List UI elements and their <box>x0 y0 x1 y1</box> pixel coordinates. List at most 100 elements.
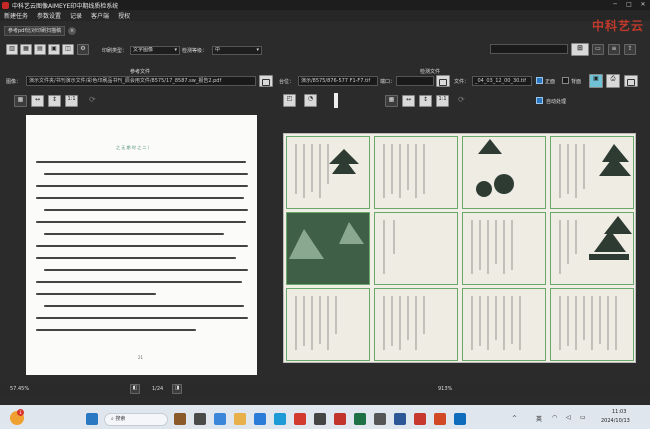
start-icon[interactable] <box>86 413 98 425</box>
detect-level-label: 检测等级： <box>182 48 208 54</box>
divider-handle[interactable] <box>334 93 338 108</box>
path-label: 台位： <box>279 79 295 85</box>
page-number: 21 <box>138 355 144 360</box>
app-icon-12[interactable] <box>454 413 466 425</box>
tab-close-icon[interactable]: × <box>68 27 77 35</box>
app-icon-8[interactable] <box>374 413 386 425</box>
open-reference-folder-icon[interactable] <box>259 75 273 87</box>
crop-icon[interactable]: ◰ <box>283 94 296 107</box>
app-icon-5[interactable] <box>314 413 326 425</box>
chevron-down-icon: ▾ <box>174 47 177 53</box>
text-line <box>36 221 246 223</box>
front-checkbox[interactable] <box>536 77 543 84</box>
app-icon-2[interactable] <box>214 413 226 425</box>
actual-size-icon-right[interactable]: 1:1 <box>436 95 449 107</box>
brand-logo: 中科艺云 <box>591 19 644 33</box>
port-field[interactable] <box>396 76 434 86</box>
app-icon-3[interactable] <box>254 413 266 425</box>
detect-level-select[interactable]: 中 ▾ <box>212 46 262 55</box>
close-button[interactable]: ✕ <box>636 0 650 10</box>
tile-text-columns <box>289 139 632 350</box>
layout-tile-icon[interactable]: ▣ <box>48 44 60 55</box>
app-icon-10[interactable] <box>414 413 426 425</box>
text-line <box>36 161 246 163</box>
inspection-file[interactable]: _04_03_12_00_30.tif <box>472 76 532 86</box>
menu-client[interactable]: 客户端 <box>91 11 109 20</box>
grid-view-icon-right[interactable]: ▦ <box>385 95 398 107</box>
network-icon[interactable]: ◠ <box>552 414 557 421</box>
settings-icon[interactable]: ⚙ <box>77 44 89 55</box>
notification-badge: 1 <box>17 409 24 416</box>
volume-icon[interactable]: ◁ <box>566 414 571 421</box>
search-input[interactable] <box>490 44 568 54</box>
taskbar-search[interactable]: ⌕ 搜索 <box>104 413 168 426</box>
save-icon[interactable]: ▭ <box>592 44 604 55</box>
inspection-section-title: 检测文件 <box>420 69 441 75</box>
grid-view-icon[interactable]: ▦ <box>14 95 27 107</box>
clock-time[interactable]: 11:03 <box>612 409 626 415</box>
back-checkbox[interactable] <box>562 77 569 84</box>
print-type-select[interactable]: 文字图像 ▾ <box>130 46 180 55</box>
app-icon-6[interactable] <box>334 413 346 425</box>
text-line <box>44 173 248 175</box>
task-view-icon[interactable] <box>194 413 206 425</box>
fit-height-icon[interactable]: ↕ <box>48 95 61 107</box>
menu-license[interactable]: 授权 <box>118 11 130 20</box>
auto-flip-checkbox[interactable] <box>536 97 543 104</box>
menu-records[interactable]: 记录 <box>70 11 82 20</box>
rotate-icon-right[interactable]: ⟳ <box>458 95 470 107</box>
battery-icon[interactable]: ▭ <box>580 414 586 421</box>
print-icon[interactable]: ⎙ <box>606 74 620 88</box>
inspection-path[interactable]: 演示/8575/876-577 F1-F7.tif <box>298 76 378 86</box>
app-icon-4[interactable] <box>294 413 306 425</box>
page-header: 之 无 期 时 之 二 ） <box>116 145 152 150</box>
app-icon-9[interactable] <box>394 413 406 425</box>
taskbar: 1 ⌕ 搜索 ^ 英 ◠ ◁ ▭ 11:03 2024/10/13 <box>0 405 650 429</box>
minimize-button[interactable]: ─ <box>608 0 622 10</box>
fit-width-icon[interactable]: ↔ <box>31 95 44 107</box>
page-prev-icon[interactable]: ◧ <box>130 384 140 394</box>
app-icon-7[interactable] <box>354 413 366 425</box>
inspection-view[interactable] <box>283 133 636 363</box>
text-line <box>36 281 242 283</box>
export-icon[interactable]: ⇪ <box>624 44 636 55</box>
menu-bar: 新建任务 参数设置 记录 客户端 授权 <box>0 10 650 21</box>
ime-indicator[interactable]: 英 <box>536 414 542 423</box>
file-explorer-icon[interactable] <box>234 413 246 425</box>
reference-page[interactable]: 之 无 期 时 之 二 ） 21 <box>26 115 257 375</box>
open-output-folder-icon[interactable] <box>624 75 638 87</box>
tab-compare[interactable]: 参考pdf比对印刷扫描稿 <box>4 26 66 36</box>
actual-size-icon[interactable]: 1:1 <box>65 95 78 107</box>
clock-date[interactable]: 2024/10/13 <box>601 418 630 424</box>
database-icon[interactable]: ≡ <box>608 44 620 55</box>
edge-icon[interactable] <box>274 413 286 425</box>
app-icon-11[interactable] <box>434 413 446 425</box>
reference-image-path[interactable]: 演示文件夹/书刊演示文件/彩色印刷品书刊_辰会用文件/8575/17_8587.… <box>26 76 256 86</box>
auto-flip-label: 自动处理 <box>546 99 567 105</box>
layout-grid-icon[interactable]: ▤ <box>34 44 46 55</box>
page-next-icon[interactable]: ◨ <box>172 384 182 394</box>
menu-settings[interactable]: 参数设置 <box>37 11 61 20</box>
text-line <box>36 257 236 259</box>
timer-icon[interactable]: ◔ <box>304 94 317 107</box>
rotate-icon[interactable]: ⟳ <box>89 95 101 107</box>
text-line <box>36 293 156 295</box>
inspection-zoom: 913% <box>438 386 453 392</box>
fit-width-icon-right[interactable]: ↔ <box>402 95 415 107</box>
back-label: 背面 <box>571 79 582 85</box>
maximize-button[interactable]: □ <box>622 0 636 10</box>
app-icon-1[interactable] <box>174 413 186 425</box>
scan-icon[interactable]: ▣ <box>589 74 603 88</box>
menu-new-task[interactable]: 新建任务 <box>4 11 28 20</box>
tray-overflow-icon[interactable]: ^ <box>512 415 517 422</box>
open-inspection-folder-icon[interactable] <box>436 75 450 87</box>
port-label: 端口： <box>380 79 396 85</box>
text-line <box>36 329 196 331</box>
layout-compare-icon[interactable]: ◫ <box>62 44 74 55</box>
fit-height-icon-right[interactable]: ↕ <box>419 95 432 107</box>
compare-mode-icon[interactable]: ⊞ <box>571 43 589 56</box>
text-line <box>44 305 244 307</box>
layout-split-icon[interactable]: ▦ <box>20 44 32 55</box>
layout-single-icon[interactable]: ▥ <box>6 44 18 55</box>
tab-strip: 参考pdf比对印刷扫描稿 × <box>4 26 77 36</box>
